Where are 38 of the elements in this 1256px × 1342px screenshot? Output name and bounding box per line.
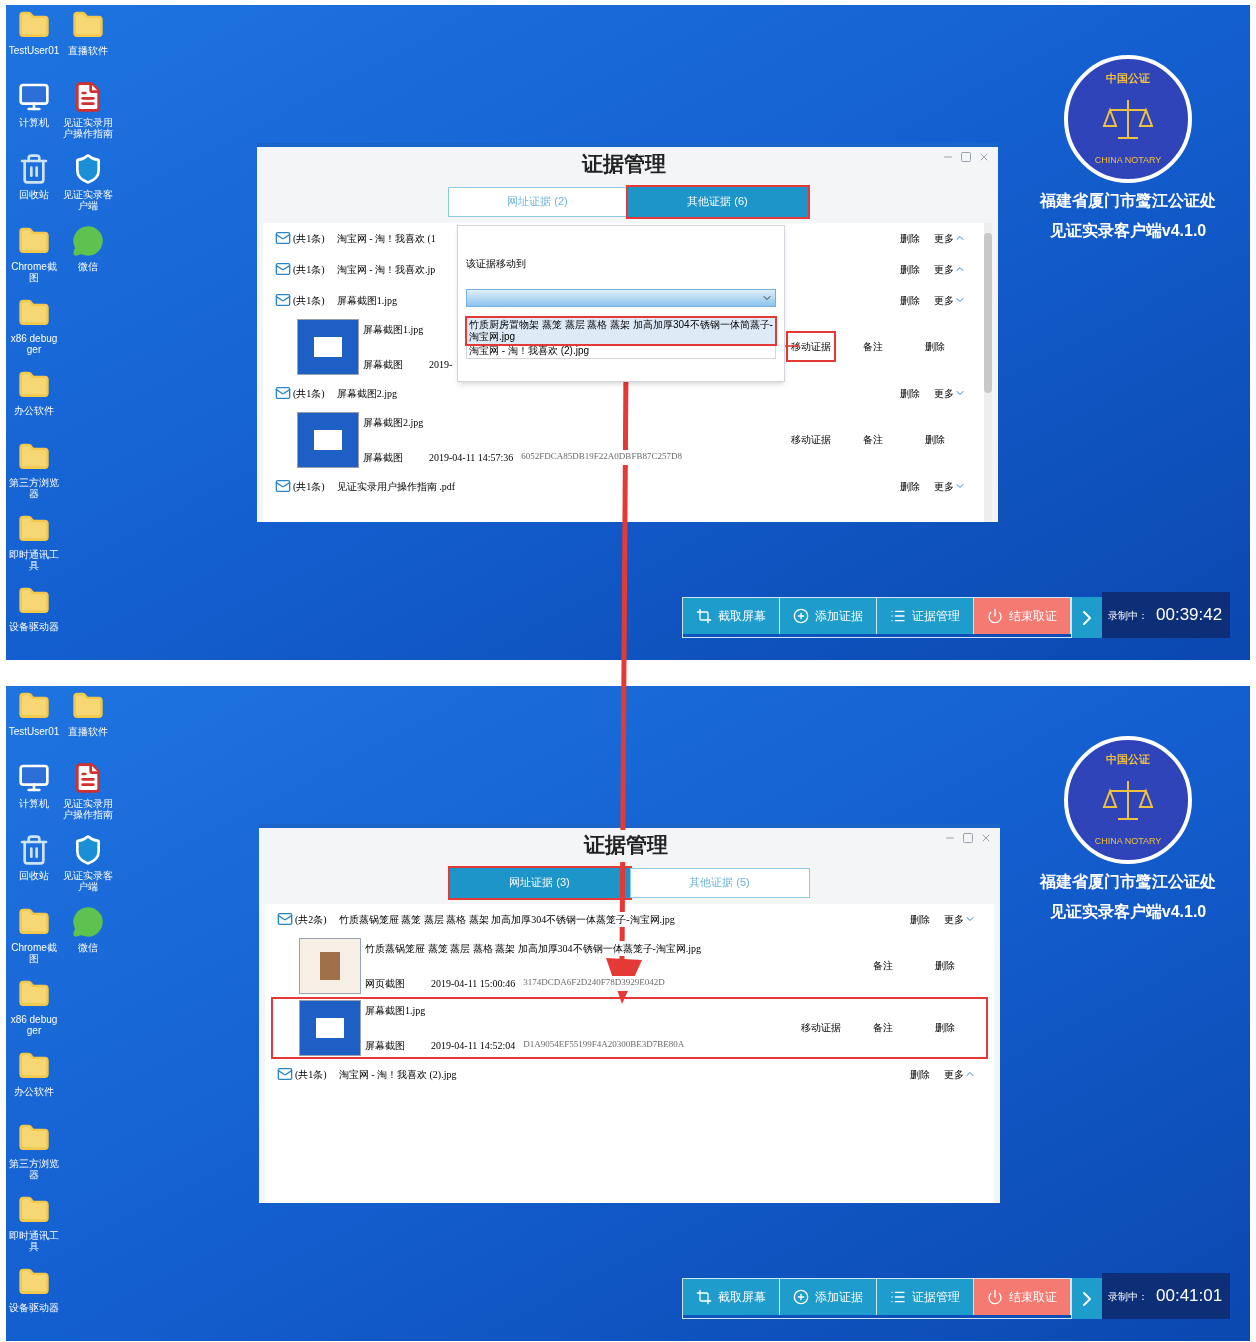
evidence-title: 屏幕截图2.jpg: [336, 385, 397, 401]
brand-text: 福建省厦门市鹭江公证处: [1040, 872, 1216, 892]
seal-text: CHINA NOTARY: [1094, 837, 1162, 846]
item-count: (共1条): [293, 386, 325, 401]
seal-text: 中国公证: [1106, 754, 1150, 765]
evidence-title: 竹质蒸锅笼屉 蒸笼 蒸层 蒸格 蒸架 加高加厚304不锈钢一体蒸笼子-淘宝网.jpg: [338, 911, 675, 927]
file-name: 屏幕截图2.jpg: [363, 414, 424, 430]
item-count: (共1条): [293, 262, 325, 277]
item-count: (共1条): [293, 293, 325, 308]
item-count: (共1条): [293, 231, 325, 246]
file-name: 竹质蒸锅笼屉 蒸笼 蒸层 蒸格 蒸架 加高加厚304不锈钢一体蒸笼子-淘宝网.jpg: [365, 940, 702, 956]
evidence-type: 屏幕截图: [363, 357, 403, 372]
evidence-type: 屏幕截图: [365, 1038, 405, 1053]
seal-text: 中国公证: [1106, 73, 1150, 84]
evidence-type: 屏幕截图: [363, 450, 403, 465]
evidence-title: 淘宝网 - 淘！我喜欢.jp: [336, 261, 436, 277]
dialog-title: 证据管理: [583, 830, 668, 862]
timer: 00:41:01: [1156, 1285, 1223, 1308]
popup-label: 该证据移动到: [466, 257, 527, 271]
brand-text: 见证实录客户端v4.1.0: [1049, 221, 1207, 241]
evidence-type: 网页截图: [365, 976, 405, 991]
brand-text: 见证实录客户端v4.1.0: [1049, 902, 1207, 922]
brand-text: 福建省厦门市鹭江公证处: [1040, 191, 1216, 211]
timer: 00:39:42: [1156, 604, 1223, 627]
file-name: 屏幕截图1.jpg: [363, 321, 424, 337]
file-name: 屏幕截图1.jpg: [365, 1002, 426, 1018]
recording-label: 录制中：: [1108, 608, 1148, 623]
recording-label: 录制中：: [1108, 1289, 1148, 1304]
item-count: (共1条): [293, 479, 325, 494]
hash-value: 3174DCDA6F2D240F78D3929E042D: [523, 975, 665, 991]
item-count: (共2条): [295, 912, 327, 927]
evidence-title: 见证实录用户操作指南 .pdf: [336, 478, 455, 494]
evidence-title: 淘宝网 - 淘！我喜欢 (2).jpg: [338, 1066, 457, 1082]
item-count: (共1条): [295, 1067, 327, 1082]
evidence-title: 屏幕截图1.jpg: [336, 292, 397, 308]
seal-text: CHINA NOTARY: [1094, 156, 1162, 165]
evidence-title: 淘宝网 - 淘！我喜欢 (1: [336, 230, 436, 246]
hash-value: 6052FDCA85DB19F22A0DBFB87C257D8: [521, 449, 682, 465]
